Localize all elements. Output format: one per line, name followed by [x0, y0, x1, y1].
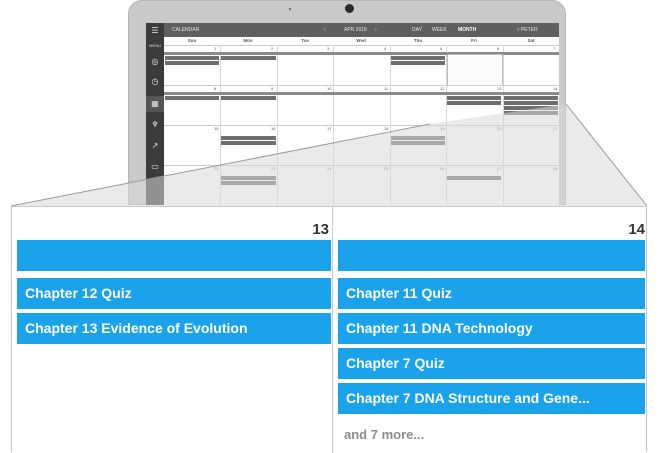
calendar-event[interactable]: Chapter 11 Quiz — [338, 278, 645, 309]
day-number: 28 — [553, 166, 558, 171]
day-number: 6 — [497, 46, 500, 51]
day-number: 25 — [384, 166, 389, 171]
weekday-label: Thu — [413, 38, 423, 43]
day-number: 18 — [384, 126, 389, 131]
calendar-event[interactable]: Chapter 11 DNA Technology — [338, 313, 645, 344]
calendar-event[interactable] — [447, 96, 501, 100]
day-number: 1 — [214, 46, 217, 51]
more-events-link[interactable]: and 7 more... — [344, 427, 424, 442]
event-band[interactable] — [164, 92, 559, 95]
calendar-event[interactable] — [338, 240, 645, 271]
zoomed-day-detail: 13 Chapter 12 Quiz Chapter 13 Evidence o… — [11, 206, 648, 453]
sidebar: ☰ MENU ◎ ◷ ▦ ♆ ↗ ▭ — [146, 23, 164, 205]
month-label: APR 2018 — [344, 27, 367, 33]
calendar-event[interactable] — [504, 101, 558, 105]
selected-day[interactable] — [447, 54, 503, 86]
save-icon[interactable]: ▭ — [149, 162, 161, 172]
illustration: ☰ MENU ◎ ◷ ▦ ♆ ↗ ▭ CALENDAR ‹ APR 2018 ›… — [0, 0, 659, 453]
menu-label: MENU — [149, 43, 161, 48]
calendar-event[interactable]: Chapter 12 Quiz — [17, 278, 331, 309]
menu-icon[interactable]: ☰ — [149, 26, 161, 36]
day-number: 23 — [271, 166, 276, 171]
day-cell-13[interactable]: 13 Chapter 12 Quiz Chapter 13 Evidence o… — [12, 207, 332, 453]
section-title: CALENDAR — [172, 27, 200, 33]
day-number: 17 — [327, 126, 332, 131]
week-row — [164, 125, 559, 166]
weekday-label: Fri — [471, 38, 477, 43]
day-number: 24 — [327, 166, 332, 171]
calendar-event[interactable] — [504, 111, 558, 115]
calendar-event[interactable] — [221, 176, 276, 180]
day-number: 2 — [271, 46, 274, 51]
week-row — [164, 165, 559, 205]
clock-icon[interactable]: ◷ — [149, 77, 161, 87]
calendar-event[interactable]: Chapter 13 Evidence of Evolution — [17, 313, 331, 344]
day-number: 13 — [497, 86, 502, 91]
weekday-header: Sun Mon Tue Wed Thu Fri Sat — [164, 37, 559, 45]
day-number: 27 — [497, 166, 502, 171]
user-icon[interactable]: ◎ — [149, 57, 161, 67]
day-number: 10 — [327, 86, 332, 91]
calendar-event[interactable] — [221, 181, 276, 185]
weekday-label: Sat — [527, 38, 535, 43]
day-number: 20 — [497, 126, 502, 131]
day-number: 13 — [312, 221, 329, 238]
view-month[interactable]: MONTH — [458, 27, 476, 33]
day-number: 11 — [384, 86, 389, 91]
next-month-button[interactable]: › — [375, 27, 377, 33]
prev-month-button[interactable]: ‹ — [324, 27, 326, 33]
weekday-label: Tue — [301, 38, 309, 43]
day-number: 7 — [553, 46, 556, 51]
day-cell-14[interactable]: 14 Chapter 11 Quiz Chapter 11 DNA Techno… — [333, 207, 648, 453]
day-number: 8 — [214, 86, 217, 91]
day-number: 12 — [440, 86, 445, 91]
weekday-label: Mon — [243, 38, 253, 43]
calendar-event[interactable] — [447, 176, 501, 180]
calendar-event[interactable] — [221, 141, 276, 145]
day-number: 21 — [553, 126, 558, 131]
trophy-icon[interactable]: ♆ — [149, 120, 161, 130]
calendar-event[interactable]: Chapter 7 Quiz — [338, 348, 645, 379]
calendar-event[interactable] — [504, 96, 558, 100]
calendar-event[interactable] — [504, 106, 558, 110]
day-number: 15 — [214, 126, 219, 131]
view-week[interactable]: WEEK — [432, 27, 447, 33]
chart-icon[interactable]: ↗ — [149, 141, 161, 151]
month-grid: 1 2 3 4 5 6 7 8 9 10 11 12 13 14 15 16 1… — [164, 45, 559, 205]
calendar-icon[interactable]: ▦ — [149, 99, 161, 109]
calendar-event[interactable] — [221, 136, 276, 140]
calendar-event[interactable] — [165, 56, 219, 60]
calendar-header: CALENDAR ‹ APR 2018 › DAY WEEK MONTH ▿ P… — [164, 23, 559, 37]
calendar-event[interactable] — [221, 56, 276, 60]
calendar-event[interactable] — [391, 141, 445, 145]
user-menu[interactable]: ▿ PETER — [517, 27, 538, 33]
calendar-event[interactable] — [165, 96, 219, 100]
day-number: 5 — [440, 46, 443, 51]
laptop-screen: ☰ MENU ◎ ◷ ▦ ♆ ↗ ▭ CALENDAR ‹ APR 2018 ›… — [146, 23, 559, 205]
day-number: 14 — [628, 221, 645, 238]
day-number: 3 — [327, 46, 330, 51]
weekday-label: Sun — [187, 38, 197, 43]
calendar-event[interactable] — [17, 240, 331, 271]
webcam — [345, 4, 354, 13]
weekday-label: Wed — [356, 38, 366, 43]
day-number: 9 — [271, 86, 274, 91]
day-number: 14 — [553, 86, 558, 91]
calendar-event[interactable] — [391, 56, 445, 60]
day-number: 16 — [271, 126, 276, 131]
calendar-event[interactable] — [447, 101, 501, 105]
calendar-event[interactable] — [391, 61, 445, 65]
sensor-dot — [289, 8, 291, 10]
day-number: 19 — [440, 126, 445, 131]
view-day[interactable]: DAY — [412, 27, 422, 33]
day-number: 22 — [214, 166, 219, 171]
day-number: 26 — [440, 166, 445, 171]
calendar-event[interactable] — [221, 96, 276, 100]
calendar-event[interactable] — [391, 136, 445, 140]
calendar-event[interactable] — [165, 61, 219, 65]
day-number: 4 — [384, 46, 387, 51]
user-name: PETER — [520, 27, 538, 33]
calendar-event[interactable]: Chapter 7 DNA Structure and Gene... — [338, 383, 645, 414]
